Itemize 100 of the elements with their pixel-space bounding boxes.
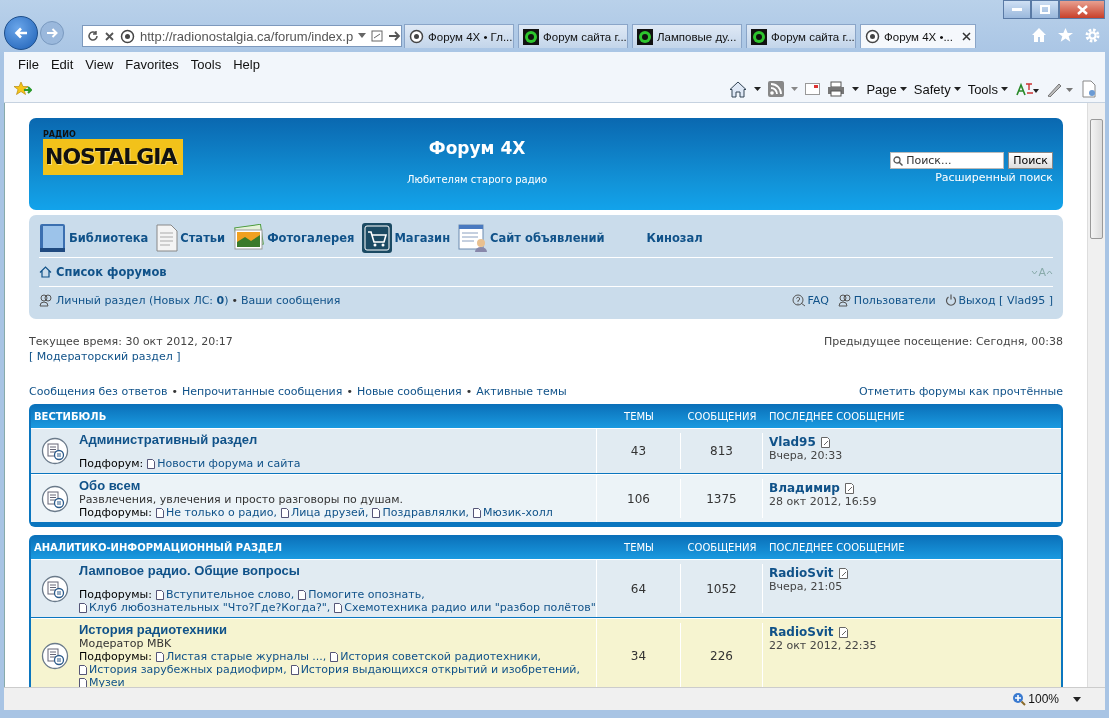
- translate-icon[interactable]: [1015, 81, 1039, 97]
- refresh-icon[interactable]: [87, 30, 99, 42]
- your-posts-link[interactable]: Ваши сообщения: [241, 293, 341, 307]
- author-link[interactable]: RadioSvit: [769, 625, 834, 639]
- subforum-link[interactable]: Клуб любознательных "Что?Где?Когда?",: [79, 601, 331, 614]
- go-icon[interactable]: [388, 30, 403, 42]
- forum-title-link[interactable]: Ламповое радио. Общие вопросы: [79, 563, 596, 578]
- subforum-link[interactable]: Поздравлялки,: [372, 506, 470, 519]
- posts-count: 1375: [681, 479, 763, 518]
- document-icon: [155, 651, 164, 662]
- command-menu[interactable]: Tools: [967, 81, 1008, 97]
- view-post-icon[interactable]: [838, 626, 849, 638]
- nav-link[interactable]: Сайт объявлений: [458, 223, 605, 253]
- subforum-link[interactable]: Лица друзей,: [280, 506, 369, 519]
- search-field[interactable]: Поиск...: [890, 152, 1005, 169]
- user-menu-link[interactable]: Выход [ Vlad95 ]: [944, 293, 1053, 307]
- vertical-scrollbar[interactable]: [1087, 103, 1105, 687]
- dropdown-icon[interactable]: [754, 87, 762, 91]
- quick-link[interactable]: Активные темы: [476, 385, 567, 398]
- subforum-link[interactable]: История советской радиотехники,: [330, 650, 542, 663]
- close-tab-icon[interactable]: [962, 32, 971, 41]
- forum-title-link[interactable]: Административный раздел: [79, 432, 301, 447]
- view-post-icon[interactable]: [844, 482, 855, 494]
- column-header: ПОСЛЕДНЕЕ СООБЩЕНИЕ: [768, 541, 906, 553]
- quick-link[interactable]: Сообщения без ответов: [29, 385, 168, 398]
- document-icon: [330, 651, 339, 662]
- close-icon[interactable]: [104, 30, 115, 42]
- quick-link[interactable]: Непрочитанные сообщения: [181, 385, 343, 398]
- close-icon: [1076, 4, 1088, 15]
- browser-tab[interactable]: Форум сайта г...: [746, 24, 856, 48]
- forum-list-link[interactable]: Список форумов: [39, 265, 167, 279]
- view-post-icon[interactable]: [838, 567, 849, 579]
- menu-item[interactable]: View: [81, 56, 122, 72]
- close-window-button[interactable]: [1059, 0, 1105, 19]
- user-menu-link[interactable]: Пользователи: [837, 293, 936, 307]
- subforum-link[interactable]: Листая старые журналы ...,: [155, 650, 327, 663]
- menu-item[interactable]: File: [14, 56, 47, 72]
- compatibility-icon[interactable]: [371, 30, 384, 42]
- command-menu[interactable]: Safety: [913, 81, 961, 97]
- forward-arrow-icon: [46, 28, 58, 38]
- menu-item[interactable]: Help: [229, 56, 268, 72]
- browser-tab[interactable]: Форум сайта г...: [518, 24, 628, 48]
- printer-icon[interactable]: [827, 81, 846, 97]
- view-post-icon[interactable]: [820, 436, 831, 448]
- subforum-link[interactable]: Мюзик-холл: [473, 506, 553, 519]
- maximize-button[interactable]: [1031, 0, 1059, 19]
- page-icon[interactable]: [1081, 80, 1097, 98]
- author-link[interactable]: RadioSvit: [769, 566, 834, 580]
- document-icon: [280, 507, 289, 518]
- forward-button[interactable]: [40, 21, 64, 45]
- subforum-link[interactable]: История выдающихся открытий и изобретений,: [290, 663, 580, 676]
- private-messages-link[interactable]: Личный раздел (Новых ЛС: 0): [56, 293, 229, 307]
- advanced-search-link[interactable]: Расширенный поиск: [935, 171, 1053, 184]
- forum-icon: [41, 641, 69, 670]
- url-text: http://radionostalgia.ca/forum/index.p: [140, 28, 354, 44]
- browser-tab[interactable]: Форум 4X •...: [860, 24, 976, 48]
- mail-icon[interactable]: [805, 83, 821, 95]
- back-button[interactable]: [4, 16, 38, 50]
- minimize-button[interactable]: [1003, 0, 1031, 19]
- forum-title-link[interactable]: История радиотехники: [79, 622, 580, 637]
- address-bar[interactable]: http://radionostalgia.ca/forum/index.p: [82, 25, 402, 47]
- menu-item[interactable]: Favorites: [121, 56, 187, 72]
- dropdown-icon[interactable]: [1073, 696, 1081, 702]
- favorites-star-icon[interactable]: [14, 81, 32, 97]
- nav-link[interactable]: Библиотека: [39, 223, 149, 253]
- zoom-control[interactable]: 100%: [1012, 692, 1059, 706]
- subforum-link[interactable]: История зарубежных радиофирм,: [79, 663, 287, 676]
- search-button[interactable]: Поиск: [1008, 152, 1053, 169]
- search-icon: [893, 156, 904, 166]
- dropdown-icon[interactable]: [852, 87, 860, 91]
- browser-tab[interactable]: Форум 4X • Гл...: [404, 24, 514, 48]
- command-menu[interactable]: Page: [866, 81, 907, 97]
- star-icon[interactable]: [1057, 27, 1074, 44]
- help-icon: [791, 293, 806, 307]
- pen-icon[interactable]: [1046, 81, 1074, 97]
- forum-title-link[interactable]: Обо всем: [79, 478, 553, 493]
- nav-link[interactable]: Фотогалерея: [233, 224, 355, 252]
- user-menu-link[interactable]: FAQ: [791, 293, 829, 307]
- menu-item[interactable]: Edit: [46, 56, 82, 72]
- nav-link[interactable]: Кинозал: [646, 231, 703, 245]
- home-icon[interactable]: [729, 80, 748, 98]
- chevron-down-icon: [1031, 269, 1039, 275]
- feed-icon[interactable]: [768, 81, 785, 97]
- author-link[interactable]: Владимир: [769, 481, 840, 495]
- subforum-link[interactable]: Вступительное слово,: [155, 588, 295, 601]
- nav-link[interactable]: Магазин: [362, 223, 451, 253]
- browser-tab[interactable]: Ламповые ду...: [632, 24, 742, 48]
- quick-link[interactable]: Новые сообщения: [356, 385, 462, 398]
- subforum-link[interactable]: Новости форума и сайта: [147, 457, 301, 470]
- category-title[interactable]: ВЕСТИБЮЛЬ: [31, 410, 597, 422]
- menu-item[interactable]: Tools: [186, 56, 230, 72]
- users-icon: [837, 293, 852, 307]
- subforum-link[interactable]: Помогите опознать,: [298, 588, 425, 601]
- nav-link[interactable]: Статьи: [156, 224, 226, 252]
- subforum-link[interactable]: Схемотехника радио или "разбор полётов": [334, 601, 596, 614]
- mark-read-link[interactable]: Отметить форумы как прочтённые: [858, 385, 1063, 398]
- author-link[interactable]: Vlad95: [769, 435, 816, 449]
- subforum-link[interactable]: Не только о радио,: [155, 506, 277, 519]
- category-title[interactable]: АНАЛИТИКО-ИНФОРМАЦИОННЫЙ РАЗДЕЛ: [31, 541, 597, 553]
- moderator-link[interactable]: [ Модераторский раздел ]: [29, 350, 233, 363]
